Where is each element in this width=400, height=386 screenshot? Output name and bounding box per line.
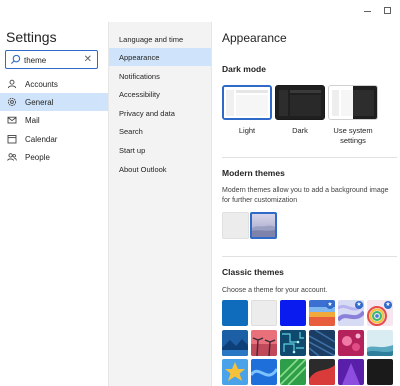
classic-theme-black[interactable] — [367, 359, 393, 385]
modern-themes-description: Modern themes allow you to add a backgro… — [222, 186, 389, 206]
system-mode-label: Use system settings — [323, 126, 383, 146]
subnav-item-accessibility[interactable]: Accessibility — [109, 85, 212, 103]
nav-item-accounts[interactable]: Accounts — [0, 75, 108, 93]
system-mode-label-line1: Use system — [333, 126, 373, 135]
search-input[interactable] — [24, 53, 82, 67]
subnav-item-notifications[interactable]: Notifications — [109, 67, 212, 85]
section-divider — [222, 256, 397, 257]
palms-pattern — [251, 330, 277, 356]
star-pattern — [222, 359, 248, 385]
minimize-icon[interactable] — [359, 3, 375, 17]
nav-item-general[interactable]: General — [0, 93, 108, 111]
classic-theme-rainbow[interactable]: ★ — [367, 300, 393, 326]
nav-item-label: Mail — [25, 115, 40, 125]
system-mode-label-line2: settings — [340, 136, 366, 145]
section-divider — [222, 157, 397, 158]
premium-star-icon: ★ — [384, 301, 392, 309]
green-pattern — [280, 359, 306, 385]
nav-item-label: Calendar — [25, 134, 58, 144]
nav-item-mail[interactable]: Mail — [0, 111, 108, 129]
calendar-icon — [7, 134, 17, 144]
general-subnav: Language and time Appearance Notificatio… — [108, 22, 212, 386]
subnav-item-appearance[interactable]: Appearance — [109, 48, 212, 66]
light-mode-option[interactable] — [222, 85, 272, 120]
nav-item-people[interactable]: People — [0, 148, 108, 166]
settings-sidebar: Settings ✕ Accounts General Mail Calenda… — [0, 0, 108, 386]
mail-icon — [7, 115, 17, 125]
maximize-icon[interactable] — [379, 3, 395, 17]
modern-themes-description-line1: Modern themes allow you to add a backgro… — [222, 187, 389, 194]
nav-item-label: General — [25, 97, 54, 107]
classic-theme-blue-swirl[interactable] — [251, 359, 277, 385]
classic-theme-bright-blue[interactable] — [280, 300, 306, 326]
classic-theme-swirl[interactable]: ★ — [338, 300, 364, 326]
modern-themes-heading: Modern themes — [222, 168, 285, 178]
modern-themes-description-line2: for further customization — [222, 197, 298, 204]
modern-theme-default[interactable] — [222, 212, 249, 239]
coast-pattern — [367, 330, 393, 356]
nav-item-label: Accounts — [25, 79, 58, 89]
light-mode-preview — [224, 87, 270, 118]
subnav-item-about-outlook[interactable]: About Outlook — [109, 160, 212, 178]
classic-theme-red-dune[interactable] — [309, 359, 335, 385]
person-icon — [7, 79, 17, 89]
dark-mode-heading: Dark mode — [222, 64, 266, 74]
circuit-pattern — [280, 330, 306, 356]
premium-star-icon: ★ — [326, 301, 334, 309]
subnav-item-start-up[interactable]: Start up — [109, 141, 212, 159]
red-dune-pattern — [309, 359, 335, 385]
purple-pattern — [338, 359, 364, 385]
dark-mode-label: Dark — [292, 126, 308, 135]
light-mode-label: Light — [238, 126, 256, 135]
subnav-item-search[interactable]: Search — [109, 122, 212, 140]
classic-themes-heading: Classic themes — [222, 267, 284, 277]
waves-pattern — [309, 330, 335, 356]
clear-search-icon[interactable]: ✕ — [84, 54, 92, 65]
gear-icon — [7, 97, 17, 107]
people-icon — [7, 152, 17, 162]
classic-theme-circuit[interactable] — [280, 330, 306, 356]
classic-theme-blue[interactable] — [222, 300, 248, 326]
system-mode-preview — [329, 86, 377, 119]
page-title: Appearance — [222, 31, 287, 45]
landscape-thumbnail — [252, 214, 275, 237]
classic-theme-green[interactable] — [280, 359, 306, 385]
classic-theme-bokeh[interactable] — [338, 330, 364, 356]
classic-themes-description: Choose a theme for your account. — [222, 287, 328, 294]
classic-theme-palms[interactable] — [251, 330, 277, 356]
classic-theme-star[interactable] — [222, 359, 248, 385]
classic-theme-waves[interactable] — [309, 330, 335, 356]
subnav-item-language-and-time[interactable]: Language and time — [109, 30, 212, 48]
classic-theme-sunset[interactable]: ★ — [309, 300, 335, 326]
nav-item-calendar[interactable]: Calendar — [0, 130, 108, 148]
subnav-item-privacy-and-data[interactable]: Privacy and data — [109, 104, 212, 122]
classic-theme-mountains[interactable] — [222, 330, 248, 356]
blue-swirl-pattern — [251, 359, 277, 385]
settings-search-box[interactable]: ✕ — [5, 50, 98, 69]
search-icon — [10, 54, 21, 65]
dark-mode-preview — [276, 86, 324, 119]
mountains-pattern — [222, 330, 248, 356]
classic-theme-gray[interactable] — [251, 300, 277, 326]
modern-theme-landscape[interactable] — [250, 212, 277, 239]
nav-item-label: People — [25, 152, 50, 162]
classic-theme-coast[interactable] — [367, 330, 393, 356]
dark-mode-option[interactable] — [275, 85, 325, 120]
premium-star-icon: ★ — [355, 301, 363, 309]
bokeh-pattern — [338, 330, 364, 356]
classic-theme-purple[interactable] — [338, 359, 364, 385]
settings-title: Settings — [6, 29, 57, 45]
system-mode-option[interactable] — [328, 85, 378, 120]
